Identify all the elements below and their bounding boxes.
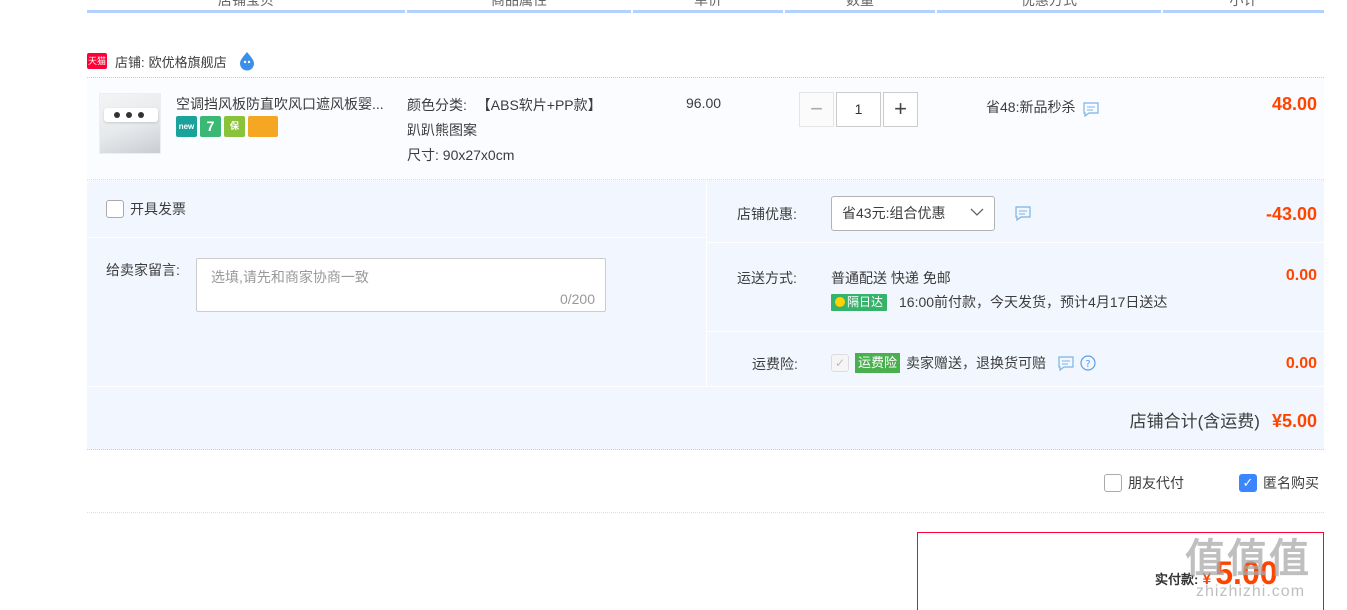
next-day-tag: 隔日达	[831, 293, 888, 311]
tmall-icon: 天猫	[87, 53, 107, 69]
invoice-option[interactable]: 开具发票	[106, 199, 186, 219]
service-badges: new 7 保	[176, 116, 278, 137]
shop-label: 店铺:	[115, 54, 145, 70]
prop-color-label: 颜色分类:	[407, 97, 467, 113]
new-icon[interactable]: new	[176, 116, 197, 137]
header-unit-price: 单价	[694, 0, 722, 8]
quantity-minus-button[interactable]: −	[799, 92, 834, 127]
shop-name-link[interactable]: 欧优格旗舰店	[149, 52, 227, 71]
message-label: 给卖家留言:	[106, 262, 180, 278]
prop-color-value: 【ABS软片+PP款】	[476, 97, 602, 113]
lightning-icon	[835, 296, 845, 307]
chevron-down-icon	[970, 208, 984, 216]
shipping-label: 运送方式:	[737, 270, 797, 286]
header-subtotal: 小计	[1229, 0, 1258, 8]
help-icon[interactable]: ?	[1080, 355, 1096, 371]
separator	[87, 512, 1324, 513]
svg-text:?: ?	[1085, 359, 1090, 370]
insurance-tag: 运费险	[855, 353, 901, 373]
shop-total: 店铺合计(含运费) ¥5.00	[1130, 407, 1317, 432]
shop-discount-selected: 省43元:组合优惠	[842, 205, 946, 221]
prop-size: 尺寸: 90x27x0cm	[407, 147, 515, 163]
quantity-input[interactable]: 1	[836, 92, 881, 127]
watermark-url: zhizhizhi.com	[1196, 583, 1306, 600]
delivery-info: 隔日达 16:00前付款，今天发货，预计4月17日送达	[831, 292, 1167, 312]
card-icon[interactable]	[248, 116, 278, 137]
guarantee-icon[interactable]: 保	[224, 116, 245, 137]
prop-color: 颜色分类: 【ABS软片+PP款】	[407, 95, 602, 115]
header-shop-item: 店铺宝贝	[218, 0, 274, 8]
comment-icon[interactable]	[1083, 102, 1100, 117]
anonymous-checkbox[interactable]: ✓	[1239, 474, 1257, 492]
promotion-text: 省48:新品秒杀	[986, 98, 1076, 115]
watermark-logo: 值值值	[1185, 537, 1311, 581]
seven-day-icon[interactable]: 7	[200, 116, 221, 137]
shipping-amount: 0.00	[1285, 267, 1317, 284]
promotion-cell: 省48:新品秒杀	[986, 96, 1100, 117]
unit-price: 96.00	[686, 95, 722, 111]
anonymous-label: 匿名购买	[1263, 475, 1319, 491]
shipping-method: 普通配送 快递 免邮	[831, 270, 951, 286]
insurance-amount: 0.00	[1285, 355, 1317, 372]
message-placeholder: 选填,请先和商家协商一致	[211, 269, 369, 285]
order-item-row: 空调挡风板防直吹风口遮风板婴... new 7 保 颜色分类: 【ABS软片+P…	[87, 77, 1324, 180]
shop-discount-label: 店铺优惠:	[737, 206, 797, 222]
friend-pay-label: 朋友代付	[1128, 475, 1184, 491]
header-quantity: 数量	[846, 0, 874, 8]
anonymous-option[interactable]: ✓ 匿名购买	[1239, 473, 1319, 493]
wangwang-chat-icon[interactable]	[237, 51, 257, 71]
insurance-comment-icon[interactable]	[1058, 355, 1074, 371]
insurance-label: 运费险:	[752, 356, 798, 372]
friend-pay-checkbox[interactable]	[1104, 474, 1122, 492]
friend-pay-option[interactable]: 朋友代付	[1104, 473, 1184, 493]
shop-discount-comment-icon[interactable]	[1015, 206, 1031, 221]
header-promotion: 优惠方式	[1021, 0, 1077, 8]
message-char-count: 0/200	[559, 291, 595, 307]
shop-total-label: 店铺合计(含运费)	[1129, 412, 1260, 431]
shop-row: 天猫 店铺: 欧优格旗舰店	[87, 49, 257, 73]
invoice-label: 开具发票	[130, 201, 186, 217]
table-header: 店铺宝贝 商品属性 单价 数量 优惠方式 小计	[87, 0, 1324, 10]
shop-discount-select[interactable]: 省43元:组合优惠	[831, 196, 995, 231]
invoice-checkbox[interactable]	[106, 200, 124, 218]
insurance-text: 卖家赠送，退换货可赔	[906, 355, 1047, 371]
header-item-props: 商品属性	[491, 0, 547, 8]
product-thumbnail[interactable]	[99, 93, 161, 154]
item-subtotal: 48.00	[1271, 94, 1317, 114]
delivery-note: 16:00前付款，今天发货，预计4月17日送达	[899, 294, 1168, 310]
insurance-checkbox: ✓	[831, 354, 849, 372]
shop-total-value: ¥5.00	[1271, 411, 1317, 431]
table-header-underline	[87, 10, 1324, 13]
insurance-info: ✓ 运费险 卖家赠送，退换货可赔 ?	[831, 353, 1096, 373]
quantity-stepper: − 1 +	[799, 92, 918, 127]
order-extras: 开具发票 给卖家留言: 选填,请先和商家协商一致 0/200 店铺优惠: 省43…	[87, 180, 1324, 450]
product-title-link[interactable]: 空调挡风板防直吹风口遮风板婴...	[176, 94, 401, 114]
shop-discount-amount: -43.00	[1265, 204, 1317, 224]
seller-message-input[interactable]: 选填,请先和商家协商一致 0/200	[196, 258, 606, 312]
prop-color-value-2: 趴趴熊图案	[407, 122, 477, 138]
quantity-plus-button[interactable]: +	[883, 92, 918, 127]
